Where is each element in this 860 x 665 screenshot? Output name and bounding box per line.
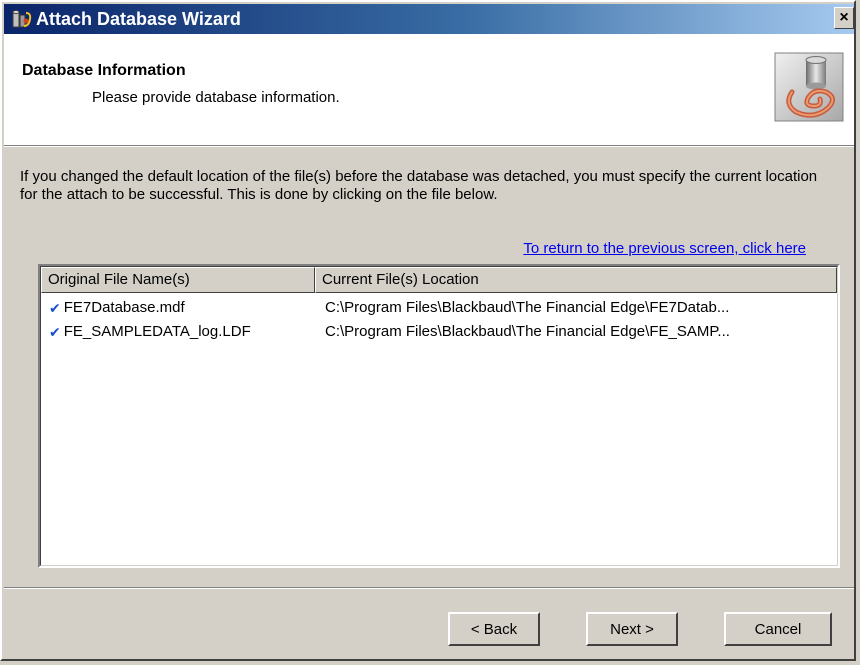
checkmark-icon: ✔ bbox=[49, 300, 61, 316]
return-previous-link[interactable]: To return to the previous screen, click … bbox=[523, 240, 806, 257]
file-name-cell: ✔ FE_SAMPLEDATA_log.LDF bbox=[41, 321, 315, 343]
file-name: FE7Database.mdf bbox=[63, 299, 185, 316]
file-name: FE_SAMPLEDATA_log.LDF bbox=[63, 323, 251, 340]
close-icon: × bbox=[839, 9, 849, 26]
page-title: Database Information bbox=[22, 62, 186, 79]
title-bar[interactable]: Attach Database Wizard × bbox=[4, 4, 854, 34]
file-location: C:\Program Files\Blackbaud\The Financial… bbox=[325, 323, 730, 340]
file-list-frame: Original File Name(s) Current File(s) Lo… bbox=[40, 266, 838, 566]
wizard-window: Attach Database Wizard × Database Inform… bbox=[0, 0, 856, 661]
file-name-cell: ✔ FE7Database.mdf bbox=[41, 297, 315, 319]
close-button[interactable]: × bbox=[834, 7, 854, 29]
database-attach-icon bbox=[12, 9, 32, 29]
page-subtitle: Please provide database information. bbox=[92, 89, 340, 106]
file-location: C:\Program Files\Blackbaud\The Financial… bbox=[325, 299, 730, 316]
checkmark-icon: ✔ bbox=[49, 324, 61, 340]
next-button[interactable]: Next > bbox=[586, 612, 678, 646]
column-header-original-file[interactable]: Original File Name(s) bbox=[41, 267, 315, 293]
database-wizard-icon bbox=[774, 52, 844, 122]
instructions-text: If you changed the default location of t… bbox=[20, 168, 818, 203]
file-list-header: Original File Name(s) Current File(s) Lo… bbox=[41, 267, 837, 293]
table-row[interactable]: ✔ FE_SAMPLEDATA_log.LDF C:\Program Files… bbox=[41, 321, 837, 343]
column-header-current-location[interactable]: Current File(s) Location bbox=[315, 267, 837, 293]
back-button[interactable]: < Back bbox=[448, 612, 540, 646]
header-divider bbox=[4, 146, 854, 147]
cancel-button[interactable]: Cancel bbox=[724, 612, 832, 646]
window-title: Attach Database Wizard bbox=[36, 9, 241, 29]
button-separator-highlight bbox=[4, 588, 854, 589]
table-row[interactable]: ✔ FE7Database.mdf C:\Program Files\Black… bbox=[41, 297, 837, 319]
file-list[interactable]: Original File Name(s) Current File(s) Lo… bbox=[38, 264, 840, 568]
header-panel: Database Information Please provide data… bbox=[4, 34, 854, 146]
